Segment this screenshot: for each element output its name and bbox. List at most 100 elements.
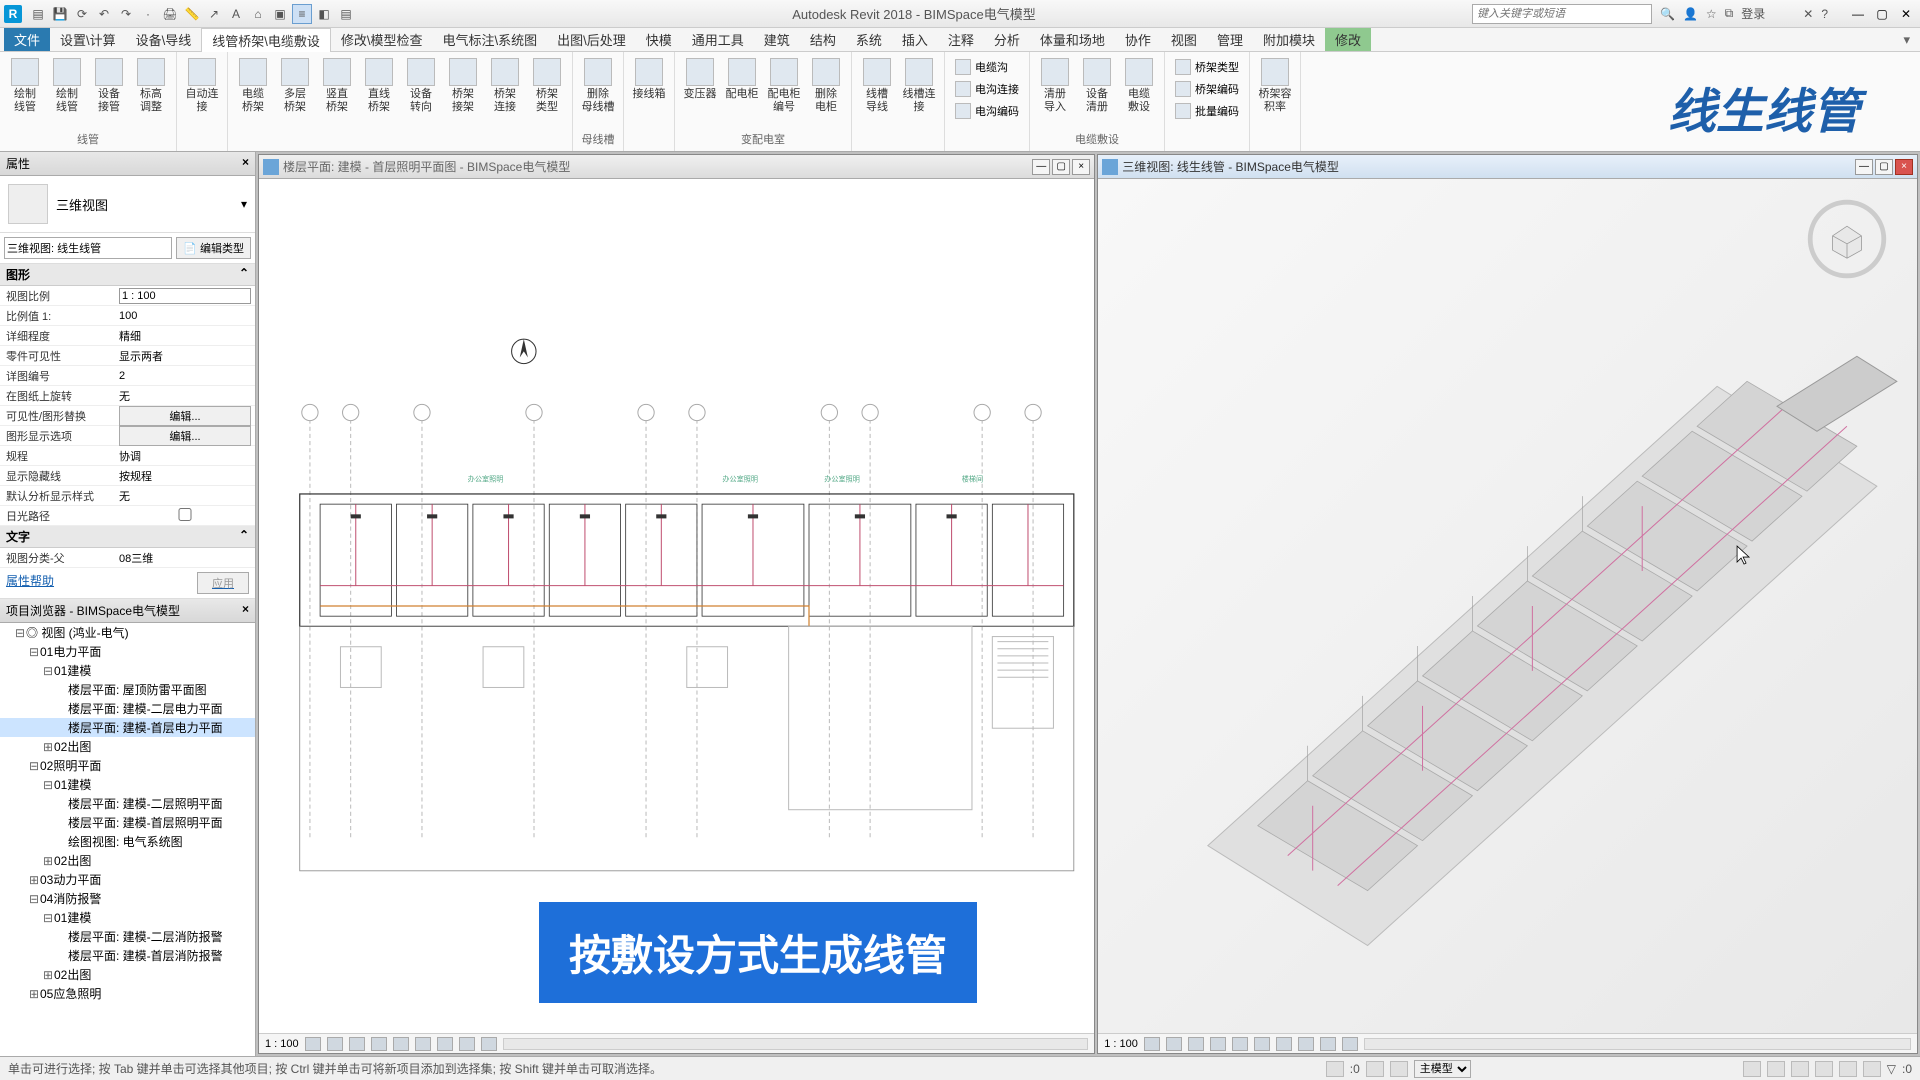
property-value[interactable]: 100 bbox=[115, 310, 255, 322]
shadows-icon[interactable] bbox=[1210, 1037, 1226, 1051]
project-browser-tree[interactable]: ⊟◎ 视图 (鸿业-电气)⊟01电力平面⊟01建模楼层平面: 屋顶防雷平面图楼层… bbox=[0, 623, 255, 1056]
favorites-icon[interactable]: ☆ bbox=[1706, 7, 1717, 21]
tab-19[interactable]: 修改 bbox=[1325, 28, 1371, 51]
ribbon-button-small[interactable]: 批量编码 bbox=[1171, 100, 1243, 122]
ribbon-button[interactable]: 桥架连接 bbox=[486, 56, 524, 116]
scale-label[interactable]: 1 : 100 bbox=[265, 1038, 299, 1050]
tree-item[interactable]: 楼层平面: 建模-二层照明平面 bbox=[0, 794, 255, 813]
ribbon-button[interactable]: 电缆敷设 bbox=[1120, 56, 1158, 116]
crop-view-icon[interactable] bbox=[415, 1037, 431, 1051]
maximize-button[interactable]: ▢ bbox=[1872, 7, 1892, 21]
property-value[interactable]: 08三维 bbox=[115, 550, 255, 566]
instance-filter-combo[interactable] bbox=[4, 237, 172, 259]
view-maximize-button[interactable]: ▢ bbox=[1875, 159, 1893, 175]
tree-toggle-icon[interactable]: ⊟ bbox=[42, 778, 54, 792]
property-value[interactable]: 无 bbox=[115, 388, 255, 404]
ribbon-button[interactable]: 设备清册 bbox=[1078, 56, 1116, 116]
background-processes-icon[interactable] bbox=[1863, 1061, 1881, 1077]
view-minimize-button[interactable]: — bbox=[1855, 159, 1873, 175]
tree-item[interactable]: 楼层平面: 建模-二层电力平面 bbox=[0, 699, 255, 718]
scale-label[interactable]: 1 : 100 bbox=[1104, 1038, 1138, 1050]
property-value[interactable]: 按规程 bbox=[115, 468, 255, 484]
tab-1[interactable]: 设备\导线 bbox=[126, 28, 202, 51]
close-hidden-icon[interactable]: ◧ bbox=[314, 4, 334, 24]
tree-toggle-icon[interactable]: ⊟ bbox=[28, 892, 40, 906]
ribbon-button[interactable]: 变压器 bbox=[681, 56, 719, 116]
tab-12[interactable]: 注释 bbox=[938, 28, 984, 51]
section-collapse-icon[interactable]: ⌃ bbox=[239, 528, 249, 545]
tab-4[interactable]: 电气标注\系统图 bbox=[433, 28, 548, 51]
main-model-select[interactable]: 主模型 bbox=[1414, 1060, 1471, 1078]
ribbon-button[interactable]: 设备转向 bbox=[402, 56, 440, 116]
ribbon-button[interactable]: 清册导入 bbox=[1036, 56, 1074, 116]
tree-toggle-icon[interactable]: ⊟ bbox=[14, 626, 26, 640]
worksets-icon[interactable] bbox=[1326, 1061, 1344, 1077]
print-icon[interactable]: 🖨 bbox=[160, 4, 180, 24]
ribbon-button[interactable]: 配电柜 bbox=[723, 56, 761, 116]
detail-level-icon[interactable] bbox=[1144, 1037, 1160, 1051]
browser-close-icon[interactable]: × bbox=[242, 602, 249, 619]
tree-item[interactable]: ⊟04消防报警 bbox=[0, 889, 255, 908]
filter-icon[interactable]: ▽ bbox=[1887, 1062, 1896, 1076]
type-selector[interactable]: 三维视图 ▾ bbox=[0, 176, 255, 233]
property-value[interactable]: 编辑... bbox=[115, 406, 255, 426]
property-value[interactable]: 编辑... bbox=[115, 426, 255, 446]
property-value[interactable]: 精细 bbox=[115, 328, 255, 344]
tab-11[interactable]: 插入 bbox=[892, 28, 938, 51]
infocenter-icon[interactable]: 🔍 bbox=[1660, 7, 1675, 21]
tree-item[interactable]: ⊞05应急照明 bbox=[0, 984, 255, 1003]
tree-item[interactable]: ⊞03动力平面 bbox=[0, 870, 255, 889]
align-icon[interactable]: ↗ bbox=[204, 4, 224, 24]
property-value[interactable]: 2 bbox=[115, 370, 255, 382]
tree-item[interactable]: ⊟02照明平面 bbox=[0, 756, 255, 775]
tab-13[interactable]: 分析 bbox=[984, 28, 1030, 51]
property-value[interactable] bbox=[115, 288, 255, 304]
ribbon-button[interactable]: 直线桥架 bbox=[360, 56, 398, 116]
hide-isolate-icon[interactable] bbox=[459, 1037, 475, 1051]
rendering-icon[interactable] bbox=[393, 1037, 409, 1051]
tree-item[interactable]: ⊟01电力平面 bbox=[0, 642, 255, 661]
login-label[interactable]: 登录 bbox=[1741, 5, 1765, 22]
ribbon-button[interactable]: 接线箱 bbox=[630, 56, 668, 103]
property-value[interactable]: 无 bbox=[115, 488, 255, 504]
ribbon-button-small[interactable]: 桥架类型 bbox=[1171, 56, 1243, 78]
property-value[interactable]: 协调 bbox=[115, 448, 255, 464]
tab-3[interactable]: 修改\模型检查 bbox=[331, 28, 433, 51]
ribbon-button[interactable]: 删除电柜 bbox=[807, 56, 845, 116]
app-store-icon[interactable]: ⧉ bbox=[1725, 6, 1734, 21]
rendering-icon[interactable] bbox=[1232, 1037, 1248, 1051]
tree-item[interactable]: ⊞02出图 bbox=[0, 851, 255, 870]
tab-10[interactable]: 系统 bbox=[846, 28, 892, 51]
tree-item[interactable]: ⊟01建模 bbox=[0, 775, 255, 794]
tree-item[interactable]: 楼层平面: 建模-首层照明平面 bbox=[0, 813, 255, 832]
tab-18[interactable]: 附加模块 bbox=[1253, 28, 1325, 51]
properties-help-link[interactable]: 属性帮助 bbox=[6, 572, 54, 594]
tab-5[interactable]: 出图\后处理 bbox=[547, 28, 636, 51]
visual-style-icon[interactable] bbox=[327, 1037, 343, 1051]
tree-toggle-icon[interactable]: ⊞ bbox=[28, 987, 40, 1001]
crop-region-icon[interactable] bbox=[1276, 1037, 1292, 1051]
edit-type-button[interactable]: 📄 编辑类型 bbox=[176, 237, 251, 259]
ribbon-button[interactable]: 绘制线管 bbox=[6, 56, 44, 116]
text-icon[interactable]: A bbox=[226, 4, 246, 24]
undo-icon[interactable]: ↶ bbox=[94, 4, 114, 24]
tab-15[interactable]: 协作 bbox=[1115, 28, 1161, 51]
ribbon-button-small[interactable]: 电缆沟 bbox=[951, 56, 1023, 78]
design-options-icon[interactable] bbox=[1390, 1061, 1408, 1077]
open-icon[interactable]: ▤ bbox=[28, 4, 48, 24]
tree-item[interactable]: ⊟◎ 视图 (鸿业-电气) bbox=[0, 623, 255, 642]
tree-item[interactable]: ⊟01建模 bbox=[0, 661, 255, 680]
tree-item[interactable]: 楼层平面: 建模-首层电力平面 bbox=[0, 718, 255, 737]
unlock-3d-icon[interactable] bbox=[1298, 1037, 1314, 1051]
3d-canvas[interactable] bbox=[1098, 179, 1917, 1033]
save-icon[interactable]: 💾 bbox=[50, 4, 70, 24]
tree-item[interactable]: ⊞02出图 bbox=[0, 965, 255, 984]
switch-window-icon[interactable]: ▤ bbox=[336, 4, 356, 24]
tabs-collapse-icon[interactable]: ▾ bbox=[1897, 32, 1916, 48]
crop-region-icon[interactable] bbox=[437, 1037, 453, 1051]
tree-item[interactable]: 绘图视图: 电气系统图 bbox=[0, 832, 255, 851]
reveal-hidden-icon[interactable] bbox=[1342, 1037, 1358, 1051]
tab-16[interactable]: 视图 bbox=[1161, 28, 1207, 51]
ribbon-button-small[interactable]: 电沟编码 bbox=[951, 100, 1023, 122]
ribbon-button[interactable]: 标高调整 bbox=[132, 56, 170, 116]
